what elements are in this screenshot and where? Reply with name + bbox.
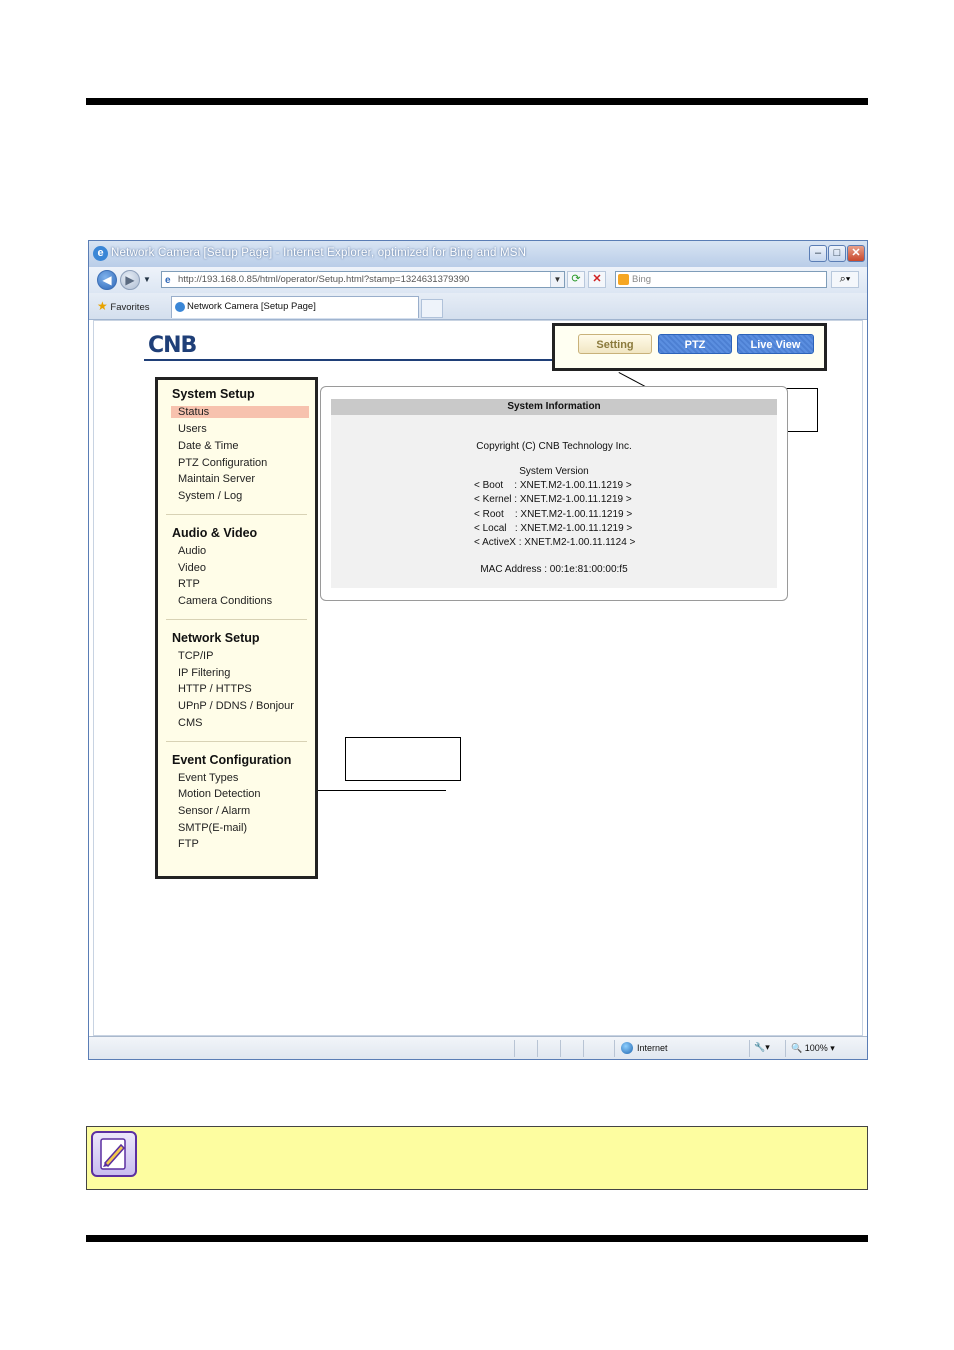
sidebar-item-video[interactable]: Video — [178, 562, 206, 574]
sidebar-item-tcp-ip[interactable]: TCP/IP — [178, 650, 213, 662]
status-divider — [537, 1040, 538, 1057]
version-activex: < ActiveX : XNET.M2-1.00.11.1124 > — [474, 537, 636, 548]
address-text: http://193.168.0.85/html/operator/Setup.… — [178, 274, 470, 285]
system-version-label: System Version — [519, 466, 589, 477]
search-placeholder: Bing — [632, 274, 652, 285]
zoom-control[interactable]: 🔍 100% ▾ — [791, 1043, 835, 1054]
system-info-heading: System Information — [331, 399, 777, 415]
status-divider — [583, 1040, 584, 1057]
sidebar-item-ip-filtering[interactable]: IP Filtering — [178, 667, 230, 679]
section-network-setup: Network Setup — [172, 631, 260, 645]
page-icon: e — [165, 275, 171, 286]
search-icon[interactable]: ⌕▾ — [831, 271, 859, 288]
close-button[interactable]: ✕ — [847, 245, 865, 262]
forward-button[interactable]: ▶ — [120, 270, 140, 290]
section-divider — [166, 741, 307, 742]
sidebar-callout-pointer — [310, 790, 446, 791]
note-pencil-icon — [91, 1131, 137, 1177]
new-tab-button[interactable] — [421, 299, 443, 318]
status-zone: Internet — [637, 1043, 668, 1053]
refresh-icon[interactable]: ⟳ — [567, 271, 585, 288]
cnb-logo: CNB — [148, 333, 197, 358]
sidebar-item-event-types[interactable]: Event Types — [178, 772, 238, 784]
section-event-configuration: Event Configuration — [172, 753, 292, 767]
search-input[interactable]: Bing — [615, 271, 827, 288]
version-kernel: < Kernel : XNET.M2-1.00.11.1219 > — [474, 494, 632, 505]
maximize-button[interactable]: □ — [828, 245, 846, 262]
sidebar-item-status[interactable]: Status — [171, 406, 309, 418]
zoom-level: 100% — [804, 1043, 828, 1053]
minimize-button[interactable]: – — [809, 245, 827, 262]
live-view-button[interactable]: Live View — [737, 334, 814, 354]
stop-icon[interactable]: ✕ — [588, 271, 606, 288]
copyright-text: Copyright (C) CNB Technology Inc. — [476, 441, 632, 452]
status-divider — [614, 1040, 615, 1057]
sidebar-item-cms[interactable]: CMS — [178, 717, 202, 729]
navigation-bar: ◀ ▶ ▼ e http://193.168.0.85/html/operato… — [89, 267, 867, 293]
address-field[interactable]: e http://193.168.0.85/html/operator/Setu… — [161, 271, 565, 288]
sidebar-item-system-log[interactable]: System / Log — [178, 490, 242, 502]
status-divider — [749, 1040, 750, 1057]
status-divider — [560, 1040, 561, 1057]
sidebar-item-users[interactable]: Users — [178, 423, 207, 435]
sidebar-callout — [345, 737, 461, 781]
setup-sidebar: System Setup Status Users Date & Time PT… — [155, 377, 318, 879]
favorites-button[interactable]: ★ Favorites — [97, 299, 149, 313]
ie-icon: e — [93, 246, 108, 261]
version-root: < Root : XNET.M2-1.00.11.1219 > — [474, 509, 633, 520]
globe-icon — [621, 1042, 633, 1054]
history-dropdown-icon[interactable]: ▼ — [143, 275, 151, 284]
setting-button[interactable]: Setting — [578, 334, 652, 354]
mac-address: MAC Address : 00:1e:81:00:00:f5 — [480, 564, 628, 575]
title-bar: e Network Camera [Setup Page] - Internet… — [89, 241, 867, 268]
star-icon: ★ — [97, 299, 108, 313]
note-box — [86, 1126, 868, 1190]
section-audio-video: Audio & Video — [172, 526, 258, 540]
status-bar: Internet 🔧▾ 🔍 100% ▾ — [89, 1036, 867, 1059]
sidebar-item-http-https[interactable]: HTTP / HTTPS — [178, 683, 252, 695]
bottom-rule — [86, 1235, 868, 1242]
sidebar-item-smtp-email[interactable]: SMTP(E-mail) — [178, 822, 247, 834]
sidebar-item-audio[interactable]: Audio — [178, 545, 206, 557]
tab-bar: ★ Favorites Network Camera [Setup Page] — [89, 293, 867, 320]
ptz-button[interactable]: PTZ — [658, 334, 732, 354]
section-system-setup: System Setup — [172, 387, 255, 401]
sidebar-item-maintain-server[interactable]: Maintain Server — [178, 473, 255, 485]
sidebar-item-ftp[interactable]: FTP — [178, 838, 199, 850]
sidebar-item-camera-conditions[interactable]: Camera Conditions — [178, 595, 272, 607]
top-rule — [86, 98, 868, 105]
bing-icon — [618, 274, 629, 285]
sidebar-item-date-time[interactable]: Date & Time — [178, 440, 239, 452]
favorites-label: Favorites — [110, 302, 150, 313]
tab-setup-page[interactable]: Network Camera [Setup Page] — [171, 296, 419, 318]
sidebar-item-upnp-ddns-bonjour[interactable]: UPnP / DDNS / Bonjour — [178, 700, 294, 712]
version-local: < Local : XNET.M2-1.00.11.1219 > — [474, 523, 633, 534]
status-divider — [785, 1040, 786, 1057]
version-boot: < Boot : XNET.M2-1.00.11.1219 > — [474, 480, 632, 491]
sidebar-item-motion-detection[interactable]: Motion Detection — [178, 788, 261, 800]
sidebar-item-ptz-configuration[interactable]: PTZ Configuration — [178, 457, 267, 469]
address-dropdown-icon[interactable]: ▼ — [550, 272, 564, 287]
section-divider — [166, 619, 307, 620]
window-title: Network Camera [Setup Page] - Internet E… — [111, 247, 527, 259]
protected-mode-icon[interactable]: 🔧▾ — [754, 1042, 770, 1053]
sidebar-item-rtp[interactable]: RTP — [178, 578, 200, 590]
tab-page-icon — [175, 302, 185, 312]
sidebar-item-sensor-alarm[interactable]: Sensor / Alarm — [178, 805, 250, 817]
section-divider — [166, 514, 307, 515]
tab-label: Network Camera [Setup Page] — [187, 301, 316, 312]
back-button[interactable]: ◀ — [97, 270, 117, 290]
status-divider — [514, 1040, 515, 1057]
